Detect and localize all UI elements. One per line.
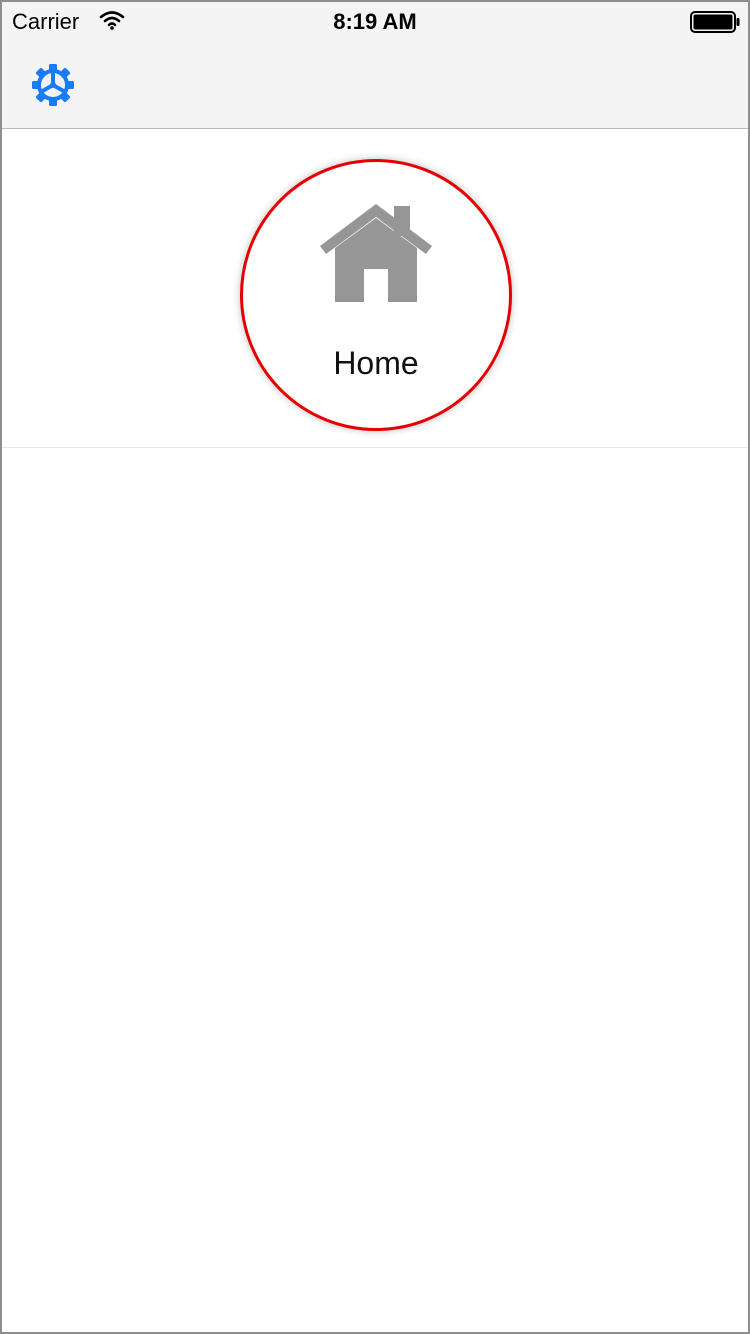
battery-icon [690,11,740,33]
settings-button[interactable] [28,62,78,108]
top-bar: Carrier 8:19 AM [2,2,748,129]
gear-icon [32,64,74,106]
content-area: Home [2,129,748,1332]
clock: 8:19 AM [333,9,417,34]
house-icon [320,204,432,302]
home-cell[interactable]: Home [2,129,748,448]
home-button[interactable]: Home [240,159,512,431]
phone-screen: Carrier 8:19 AM Home [0,0,750,1334]
status-bar: Carrier 8:19 AM [2,2,748,42]
home-label: Home [333,345,419,381]
navigation-bar [2,42,748,128]
